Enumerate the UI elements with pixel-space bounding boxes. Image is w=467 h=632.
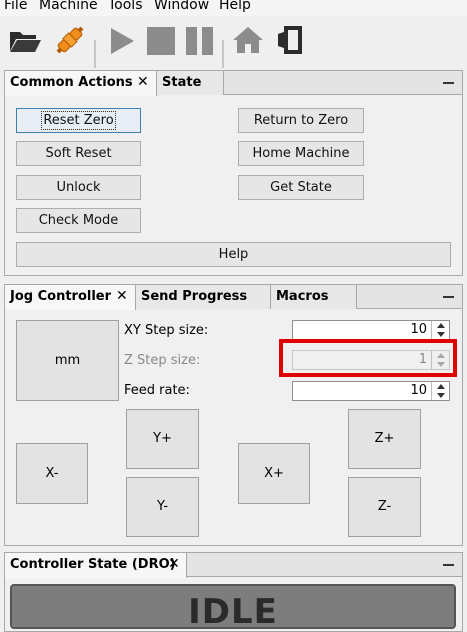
reset-zero-label: Reset Zero [41, 111, 116, 130]
jog-z-minus-button[interactable]: Z- [348, 477, 421, 537]
jog-tabbar: Jog Controller ✕ Send Progress Macros [5, 285, 462, 310]
menu-help[interactable]: Help [219, 0, 251, 13]
menu-window[interactable]: Window [154, 0, 209, 13]
soft-reset-button[interactable]: Soft Reset [16, 141, 141, 166]
toolbar-separator [222, 40, 224, 68]
home-icon[interactable] [231, 25, 265, 55]
close-icon[interactable]: ✕ [116, 285, 128, 308]
folder-open-icon[interactable] [8, 26, 42, 54]
feed-rate-label: Feed rate: [124, 383, 190, 398]
jog-x-plus-button[interactable]: X+ [238, 443, 310, 504]
minimize-icon[interactable] [443, 564, 454, 566]
jog-y-plus-button[interactable]: Y+ [126, 409, 199, 469]
dro-tabbar: Controller State (DRO) ✕ [5, 553, 462, 578]
tab-controller-state[interactable]: Controller State (DRO) ✕ [5, 553, 187, 578]
xy-step-label: XY Step size: [124, 323, 209, 338]
units-toggle-button[interactable]: mm [16, 320, 119, 401]
check-mode-button[interactable]: Check Mode [16, 208, 141, 233]
get-state-button[interactable]: Get State [238, 175, 364, 200]
minimize-icon[interactable] [443, 82, 454, 84]
tab-common-actions-label: Common Actions [10, 75, 133, 90]
menu-file[interactable]: File [4, 0, 27, 13]
terminal-icon[interactable] [276, 24, 306, 56]
jog-y-minus-button[interactable]: Y- [126, 477, 199, 537]
tab-state-label: State [162, 75, 202, 90]
menu-machine[interactable]: Machine [39, 0, 98, 13]
tab-common-actions[interactable]: Common Actions ✕ [5, 71, 157, 96]
close-icon[interactable]: ✕ [137, 71, 149, 94]
tab-jog-controller-label: Jog Controller [10, 289, 112, 304]
tab-jog-controller[interactable]: Jog Controller ✕ [5, 285, 136, 310]
tab-send-progress-label: Send Progress [141, 289, 248, 304]
minimize-icon[interactable] [443, 296, 454, 298]
xy-step-value: 10 [410, 322, 427, 337]
toolbar [0, 16, 467, 68]
spinner-arrows-icon[interactable] [431, 382, 449, 400]
play-icon[interactable] [108, 26, 136, 56]
close-icon[interactable]: ✕ [168, 553, 180, 576]
return-to-zero-button[interactable]: Return to Zero [238, 108, 364, 133]
jog-x-minus-button[interactable]: X- [16, 443, 88, 504]
reset-zero-button[interactable]: Reset Zero [16, 108, 141, 133]
tab-send-progress[interactable]: Send Progress [136, 285, 271, 309]
z-step-label: Z Step size: [124, 353, 201, 368]
common-actions-tabbar: Common Actions ✕ State [5, 71, 462, 96]
toolbar-separator [94, 40, 96, 68]
feed-rate-value: 10 [410, 383, 427, 398]
help-button[interactable]: Help [16, 242, 451, 267]
jog-z-plus-button[interactable]: Z+ [348, 409, 421, 469]
tab-state[interactable]: State [157, 71, 224, 95]
pause-icon[interactable] [185, 26, 215, 56]
stop-icon[interactable] [146, 26, 176, 56]
xy-step-spinner[interactable]: 10 [292, 320, 450, 340]
menu-bar: File Machine Tools Window Help [0, 0, 467, 16]
machine-state-text: IDLE [188, 592, 278, 632]
highlight-box [279, 339, 457, 377]
tab-macros-label: Macros [276, 289, 329, 304]
jog-controller-panel: Jog Controller ✕ Send Progress Macros mm… [4, 284, 463, 546]
tab-controller-state-label: Controller State (DRO) [10, 557, 176, 572]
feed-rate-spinner[interactable]: 10 [292, 381, 450, 401]
tab-macros[interactable]: Macros [271, 285, 357, 309]
common-actions-panel: Common Actions ✕ State Reset Zero Return… [4, 70, 463, 276]
unlock-button[interactable]: Unlock [16, 175, 141, 200]
menu-tools[interactable]: Tools [108, 0, 143, 13]
home-machine-button[interactable]: Home Machine [238, 141, 364, 166]
machine-state-display: IDLE [10, 584, 456, 632]
connect-plug-icon[interactable] [53, 24, 87, 56]
spinner-arrows-icon[interactable] [431, 321, 449, 339]
